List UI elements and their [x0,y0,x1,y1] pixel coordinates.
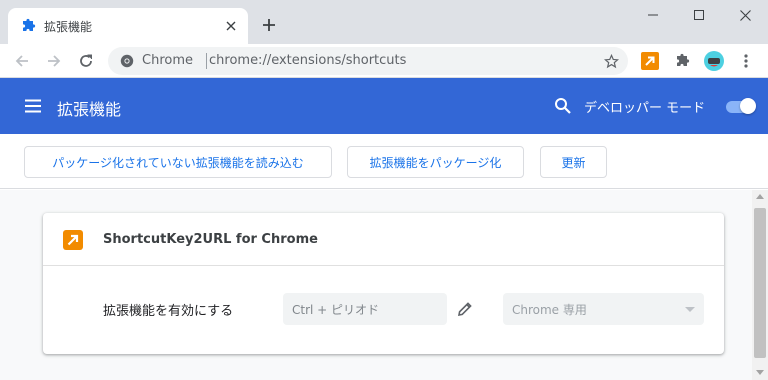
developer-actions-bar: パッケージ化されていない拡張機能を読み込む 拡張機能をパッケージ化 更新 [0,134,768,189]
shortcut-input[interactable]: Ctrl + ピリオド [283,293,447,325]
tab-extensions[interactable]: 拡張機能 [8,8,248,44]
minimize-icon[interactable] [630,0,676,30]
scope-select[interactable]: Chrome 専用 [503,293,704,325]
developer-mode-label: デベロッパー モード [584,101,706,116]
tab-title: 拡張機能 [44,20,93,34]
close-tab-icon[interactable] [222,17,240,35]
search-icon[interactable] [554,97,572,115]
extension-name: ShortcutKey2URL for Chrome [103,232,318,247]
extension-shortcut-card: ShortcutKey2URL for Chrome 拡張機能を有効にする Ct… [43,213,724,354]
card-header: ShortcutKey2URL for Chrome [43,213,724,266]
plus-icon[interactable] [258,14,280,36]
divider [206,53,207,69]
toggle-knob [740,98,756,114]
extensions-header: 拡張機能 デベロッパー モード [0,78,768,134]
url-text[interactable]: chrome://extensions/shortcuts [209,53,406,68]
developer-mode-toggle[interactable] [724,98,756,114]
chevron-down-icon [685,307,695,312]
browser-toolbar: Chrome chrome://extensions/shortcuts [0,44,768,78]
scope-value: Chrome 専用 [512,303,587,317]
extensions-puzzle-icon[interactable] [672,51,692,71]
scroll-up-arrow-icon[interactable] [756,194,764,199]
load-unpacked-button[interactable]: パッケージ化されていない拡張機能を読み込む [24,146,332,178]
puzzle-icon [23,18,36,31]
hamburger-icon[interactable] [24,97,42,115]
back-arrow-icon[interactable] [10,49,34,73]
command-label: 拡張機能を有効にする [103,304,234,319]
close-window-icon[interactable] [722,0,768,30]
scroll-down-arrow-icon[interactable] [756,370,764,375]
shortcutkey2url-extension-icon[interactable] [640,51,660,71]
chrome-site-icon [120,54,134,68]
site-chip: Chrome [142,53,193,68]
reload-icon[interactable] [74,49,98,73]
scrollbar-thumb[interactable] [754,208,766,358]
forward-arrow-icon[interactable] [42,49,66,73]
tab-strip: 拡張機能 [0,0,768,44]
address-bar[interactable]: Chrome chrome://extensions/shortcuts [108,47,628,75]
update-button[interactable]: 更新 [540,146,607,178]
pencil-icon[interactable] [456,300,474,318]
pack-extension-button[interactable]: 拡張機能をパッケージ化 [347,146,524,178]
vertical-scrollbar[interactable] [752,190,768,380]
kebab-menu-icon[interactable] [736,51,756,71]
shortcutkey2url-icon [63,230,83,250]
page-title: 拡張機能 [57,100,122,119]
star-icon[interactable] [602,52,620,70]
maximize-icon[interactable] [676,0,722,30]
profile-avatar-icon[interactable] [704,51,724,71]
